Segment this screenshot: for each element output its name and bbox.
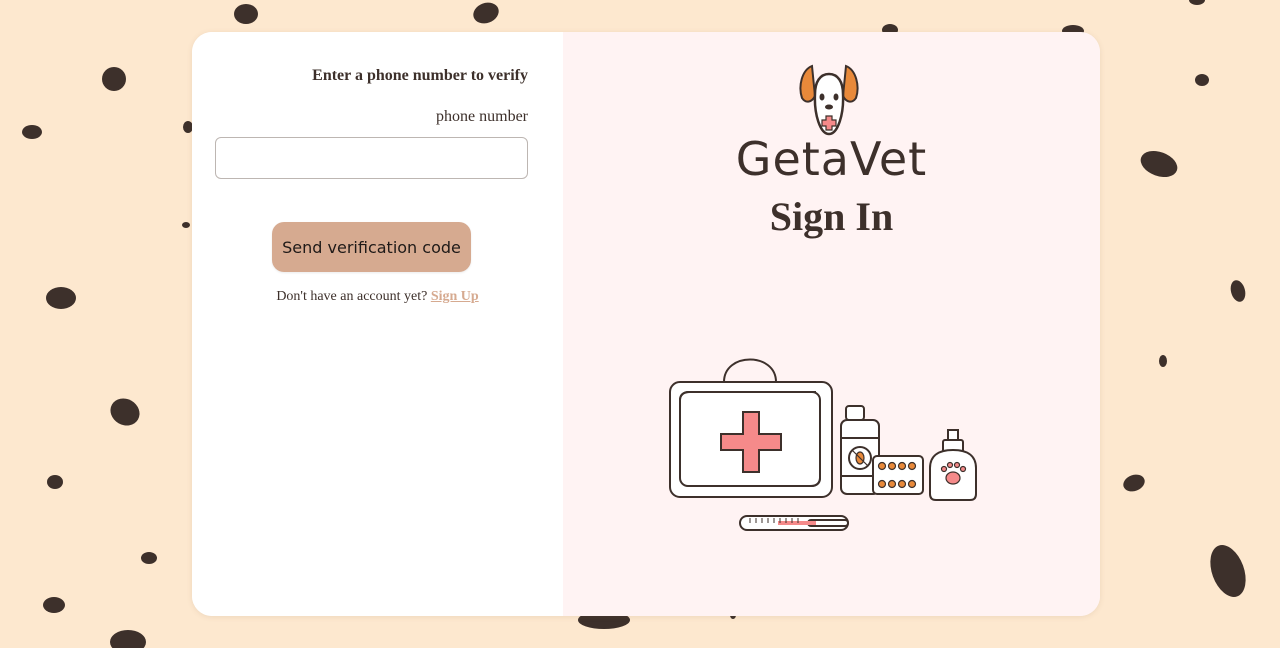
brand-name: GetaVet bbox=[735, 132, 928, 186]
sign-in-title: Sign In bbox=[769, 194, 894, 239]
signup-prompt: Don't have an account yet? Sign Up bbox=[192, 289, 563, 305]
verification-form-panel: Enter a phone number to verify phone num… bbox=[192, 32, 563, 616]
dog-face-icon bbox=[799, 64, 859, 136]
vet-medical-kit-icon bbox=[669, 358, 977, 531]
sign-up-link[interactable]: Sign Up bbox=[431, 289, 479, 304]
send-verification-code-button[interactable]: Send verification code bbox=[272, 222, 471, 272]
phone-number-label: phone number bbox=[436, 108, 528, 125]
phone-number-input[interactable] bbox=[215, 137, 528, 179]
form-heading: Enter a phone number to verify bbox=[312, 67, 528, 84]
no-account-text: Don't have an account yet? bbox=[276, 289, 428, 304]
brand-panel: GetaVet Sign In bbox=[563, 32, 1100, 616]
login-card: Enter a phone number to verify phone num… bbox=[192, 32, 1100, 616]
